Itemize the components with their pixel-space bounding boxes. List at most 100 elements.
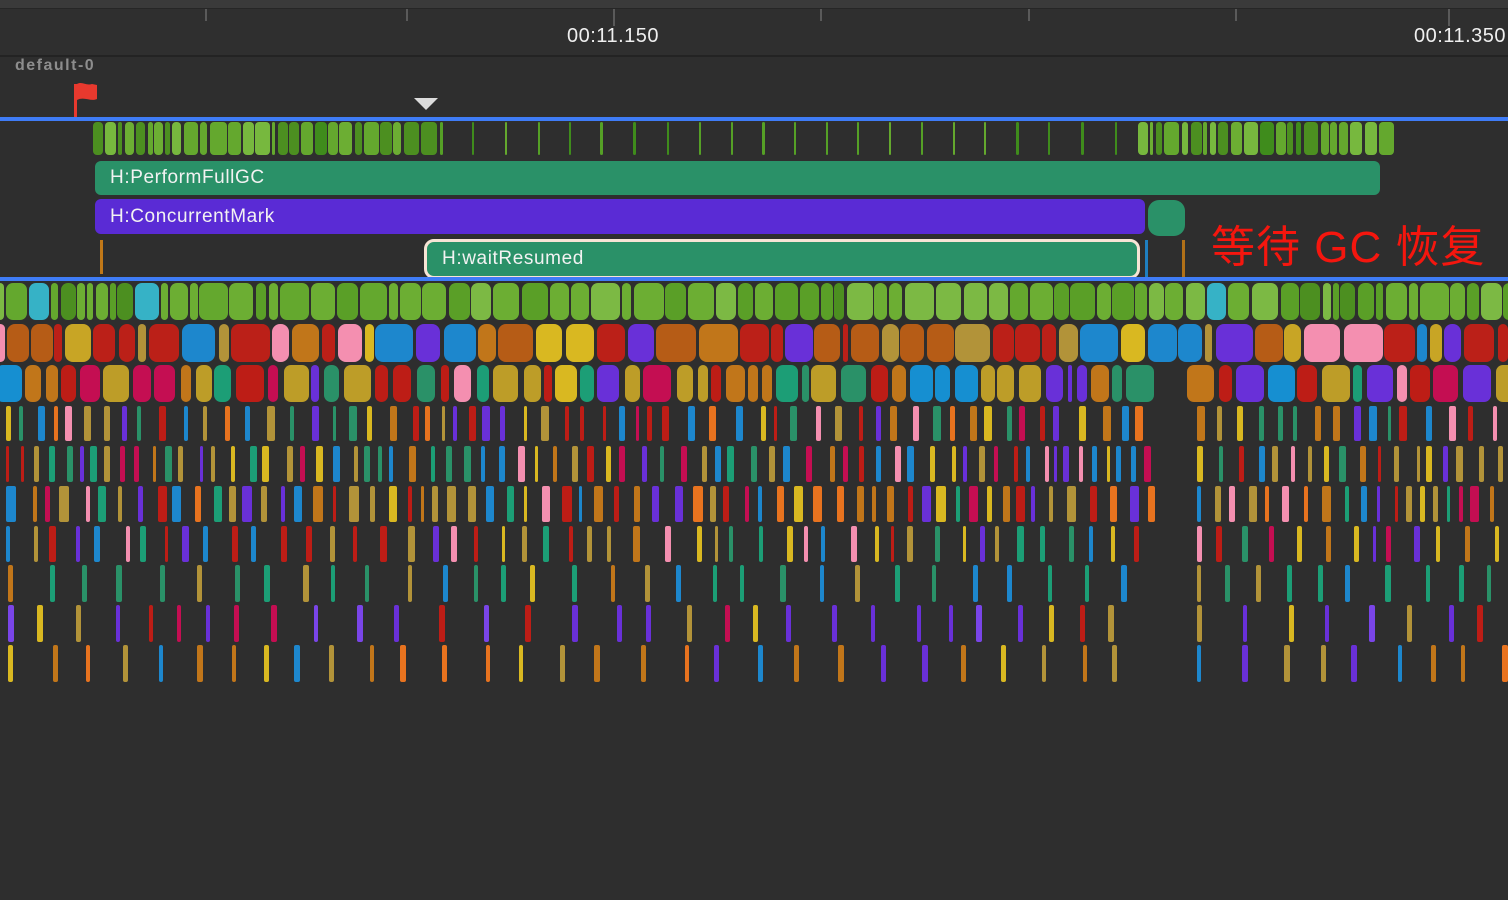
trace-slice[interactable]: [413, 406, 419, 441]
trace-slice[interactable]: [1388, 406, 1391, 441]
trace-slice[interactable]: [177, 605, 181, 642]
trace-slice[interactable]: [200, 122, 207, 155]
trace-slice[interactable]: [228, 122, 241, 155]
trace-slice[interactable]: [622, 283, 631, 320]
trace-slice[interactable]: [980, 526, 985, 562]
trace-slice[interactable]: [1461, 645, 1465, 682]
trace-slice[interactable]: [740, 324, 769, 362]
trace-slice[interactable]: [137, 406, 141, 441]
trace-slice[interactable]: [927, 324, 954, 362]
trace-slice[interactable]: [337, 283, 358, 320]
trace-slice[interactable]: [271, 605, 277, 642]
trace-slice[interactable]: [1340, 283, 1355, 320]
trace-slice[interactable]: [90, 446, 97, 482]
trace-slice[interactable]: [312, 406, 319, 441]
trace-slice[interactable]: [1430, 324, 1442, 362]
trace-slice[interactable]: [123, 645, 128, 682]
trace-slice[interactable]: [1090, 486, 1097, 522]
trace-slice[interactable]: [1284, 324, 1301, 362]
trace-slice[interactable]: [667, 122, 669, 155]
trace-slice[interactable]: [1321, 122, 1329, 155]
trace-slice[interactable]: [493, 365, 518, 402]
trace-slice[interactable]: [225, 406, 230, 441]
trace-slice[interactable]: [711, 365, 721, 402]
trace-slice[interactable]: [1376, 283, 1383, 320]
trace-slice[interactable]: [1080, 324, 1118, 362]
trace-slice[interactable]: [872, 486, 876, 522]
trace-slice[interactable]: [1468, 406, 1473, 441]
trace-slice[interactable]: [1465, 526, 1470, 562]
trace-slice[interactable]: [1406, 486, 1412, 522]
trace-slice[interactable]: [963, 526, 966, 562]
trace-slice[interactable]: [645, 565, 650, 602]
trace-slice[interactable]: [370, 645, 374, 682]
trace-slice[interactable]: [1398, 645, 1402, 682]
trace-slice[interactable]: [380, 122, 392, 155]
trace-slice[interactable]: [182, 324, 215, 362]
trace-slice[interactable]: [165, 122, 170, 155]
trace-slice[interactable]: [469, 406, 476, 441]
trace-slice[interactable]: [34, 526, 38, 562]
trace-slice[interactable]: [758, 486, 762, 522]
trace-slice[interactable]: [471, 283, 491, 320]
trace-slice[interactable]: [1324, 446, 1329, 482]
trace-slice[interactable]: [1326, 526, 1331, 562]
trace-slice[interactable]: [830, 446, 835, 482]
trace-slice[interactable]: [439, 605, 445, 642]
trace-slice[interactable]: [702, 446, 707, 482]
trace-slice[interactable]: [1053, 406, 1059, 441]
trace-slice[interactable]: [1330, 122, 1337, 155]
trace-slice[interactable]: [800, 283, 819, 320]
trace-slice[interactable]: [1217, 406, 1222, 441]
trace-slice[interactable]: [161, 283, 168, 320]
trace-slice[interactable]: [535, 446, 538, 482]
trace-slice[interactable]: [806, 446, 812, 482]
trace-slice[interactable]: [1358, 283, 1374, 320]
trace-slice[interactable]: [1203, 122, 1207, 155]
trace-slice[interactable]: [375, 324, 413, 362]
trace-slice[interactable]: [970, 406, 977, 441]
trace-slice[interactable]: [1054, 446, 1057, 482]
trace-slice[interactable]: [1282, 486, 1289, 522]
trace-slice[interactable]: [1080, 605, 1085, 642]
trace-slice[interactable]: [1322, 486, 1331, 522]
trace-slice[interactable]: [1449, 406, 1456, 441]
trace-slice[interactable]: [300, 446, 305, 482]
trace-slice[interactable]: [1463, 365, 1491, 402]
trace-slice[interactable]: [802, 365, 809, 402]
trace-slice[interactable]: [1138, 122, 1148, 155]
trace-slice[interactable]: [165, 446, 172, 482]
trace-slice[interactable]: [714, 645, 719, 682]
trace-slice[interactable]: [953, 122, 955, 155]
trace-slice[interactable]: [333, 486, 336, 522]
trace-slice[interactable]: [859, 446, 864, 482]
trace-slice[interactable]: [889, 283, 902, 320]
trace-slice[interactable]: [794, 122, 796, 155]
trace-slice[interactable]: [287, 446, 293, 482]
trace-slice[interactable]: [365, 324, 374, 362]
trace-slice[interactable]: [1385, 565, 1391, 602]
trace-slice[interactable]: [422, 283, 446, 320]
trace-slice[interactable]: [245, 406, 250, 441]
trace-slice[interactable]: [1149, 283, 1164, 320]
trace-slice[interactable]: [119, 324, 135, 362]
trace-slice[interactable]: [1503, 283, 1508, 320]
trace-slice[interactable]: [1354, 526, 1359, 562]
trace-slice[interactable]: [892, 365, 906, 402]
trace-slice[interactable]: [294, 486, 302, 522]
trace-slice[interactable]: [1111, 526, 1115, 562]
trace-slice[interactable]: [876, 446, 881, 482]
trace-slice[interactable]: [34, 446, 39, 482]
trace-slice[interactable]: [333, 446, 340, 482]
trace-slice[interactable]: [738, 283, 753, 320]
trace-slice[interactable]: [214, 365, 231, 402]
trace-slice[interactable]: [1397, 365, 1407, 402]
trace-slice[interactable]: [117, 283, 133, 320]
trace-slice[interactable]: [1481, 283, 1502, 320]
trace-slice[interactable]: [984, 406, 992, 441]
trace-slice[interactable]: [619, 446, 625, 482]
trace-slice[interactable]: [184, 122, 198, 155]
trace-slice[interactable]: [1296, 122, 1301, 155]
flag-marker-icon[interactable]: [72, 82, 100, 118]
trace-slice[interactable]: [370, 486, 375, 522]
